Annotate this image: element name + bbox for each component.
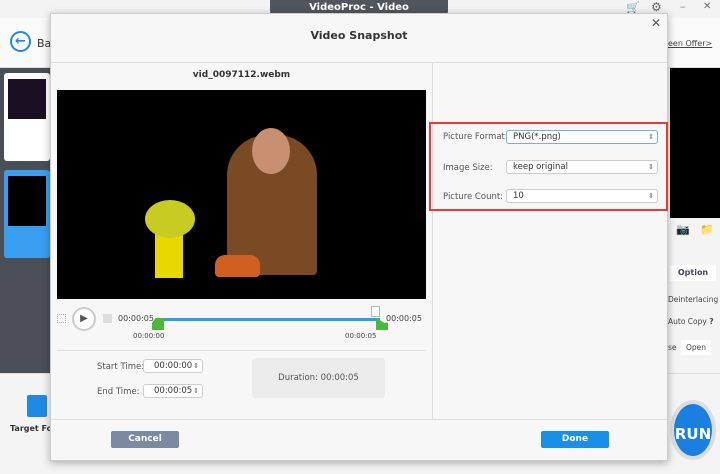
dialog-title: Video Snapshot (51, 14, 667, 63)
end-time-label: End Time: (97, 387, 140, 397)
spinner-icon[interactable]: ⇕ (648, 190, 654, 202)
picture-count-input[interactable]: 10 ⇕ (506, 189, 658, 203)
duration-value: 00:00:05 (320, 373, 359, 383)
cancel-button[interactable]: Cancel (111, 431, 179, 448)
picture-count-label: Picture Count: (443, 192, 504, 202)
end-time-input[interactable]: 00:00:05 ⇕ (143, 384, 203, 398)
telephone (215, 255, 260, 277)
done-button[interactable]: Done (541, 431, 609, 448)
range-start-label: 00:00:00 (133, 332, 165, 340)
browse-button[interactable]: se (668, 343, 677, 352)
image-size-value: keep original (513, 162, 568, 172)
spinner-icon[interactable]: ⇕ (193, 385, 199, 397)
close-app-icon[interactable]: ✕ (703, 1, 711, 12)
video-thumbnail-selected[interactable] (4, 170, 50, 258)
gear-icon[interactable]: ⚙ (651, 0, 662, 14)
file-name: vid_0097112.webm (192, 70, 291, 80)
back-icon[interactable]: ← (10, 31, 31, 52)
image-size-select[interactable]: keep original ⇕ (506, 160, 658, 174)
picture-format-select[interactable]: PNG(*.png) ⇕ (506, 130, 658, 144)
folder-icon[interactable]: 📁 (700, 223, 714, 236)
auto-copy-label[interactable]: Auto Copy ? (668, 317, 714, 326)
flowers (145, 200, 195, 238)
camera-icon[interactable]: 📷 (676, 223, 690, 236)
range-end-label: 00:00:05 (345, 332, 377, 340)
current-time: 00:00:05 (118, 314, 154, 323)
target-format-icon[interactable] (27, 395, 47, 417)
start-time-value: 00:00:00 (154, 361, 193, 371)
timeline-track[interactable] (164, 318, 380, 321)
frame-back-icon[interactable] (57, 314, 66, 323)
image-size-label: Image Size: (443, 163, 493, 173)
chevron-updown-icon: ⇕ (648, 133, 654, 141)
minimize-icon[interactable]: – (680, 0, 686, 13)
divider (432, 63, 433, 419)
frame-forward-icon[interactable] (103, 314, 112, 323)
play-button[interactable]: ▶ (72, 307, 96, 331)
footer-divider (51, 419, 667, 420)
person-head (252, 128, 290, 174)
open-button[interactable]: Open (681, 340, 711, 355)
playhead[interactable] (371, 306, 380, 317)
deinterlacing-label[interactable]: Deinterlacing (668, 295, 718, 304)
duration-box: Duration: 00:00:05 (252, 358, 385, 398)
help-icon[interactable]: ? (709, 317, 713, 326)
auto-copy-text: Auto Copy (668, 317, 707, 326)
controls-divider (57, 350, 426, 351)
right-panel: 📷 📁 Option Deinterlacing Auto Copy ? se … (668, 68, 720, 373)
offer-link[interactable]: een Offer> (668, 39, 712, 48)
end-time-display: 00:00:05 (386, 314, 422, 323)
picture-format-label: Picture Format: (443, 132, 508, 142)
video-preview[interactable] (57, 90, 426, 299)
chevron-updown-icon: ⇕ (648, 163, 654, 171)
end-time-value: 00:00:05 (154, 386, 193, 396)
picture-count-value: 10 (513, 191, 524, 201)
start-time-label: Start Time: (97, 362, 145, 372)
video-thumbnail[interactable] (4, 73, 50, 161)
run-button[interactable]: RUN (670, 400, 716, 460)
option-button[interactable]: Option (670, 265, 716, 281)
picture-format-value: PNG(*.png) (513, 132, 561, 142)
start-time-input[interactable]: 00:00:00 ⇕ (143, 359, 203, 373)
close-icon[interactable]: ✕ (651, 16, 661, 30)
video-snapshot-dialog: Video Snapshot ✕ vid_0097112.webm ▶ 00:0… (50, 13, 668, 461)
duration-label: Duration: (278, 373, 318, 383)
spinner-icon[interactable]: ⇕ (193, 360, 199, 372)
